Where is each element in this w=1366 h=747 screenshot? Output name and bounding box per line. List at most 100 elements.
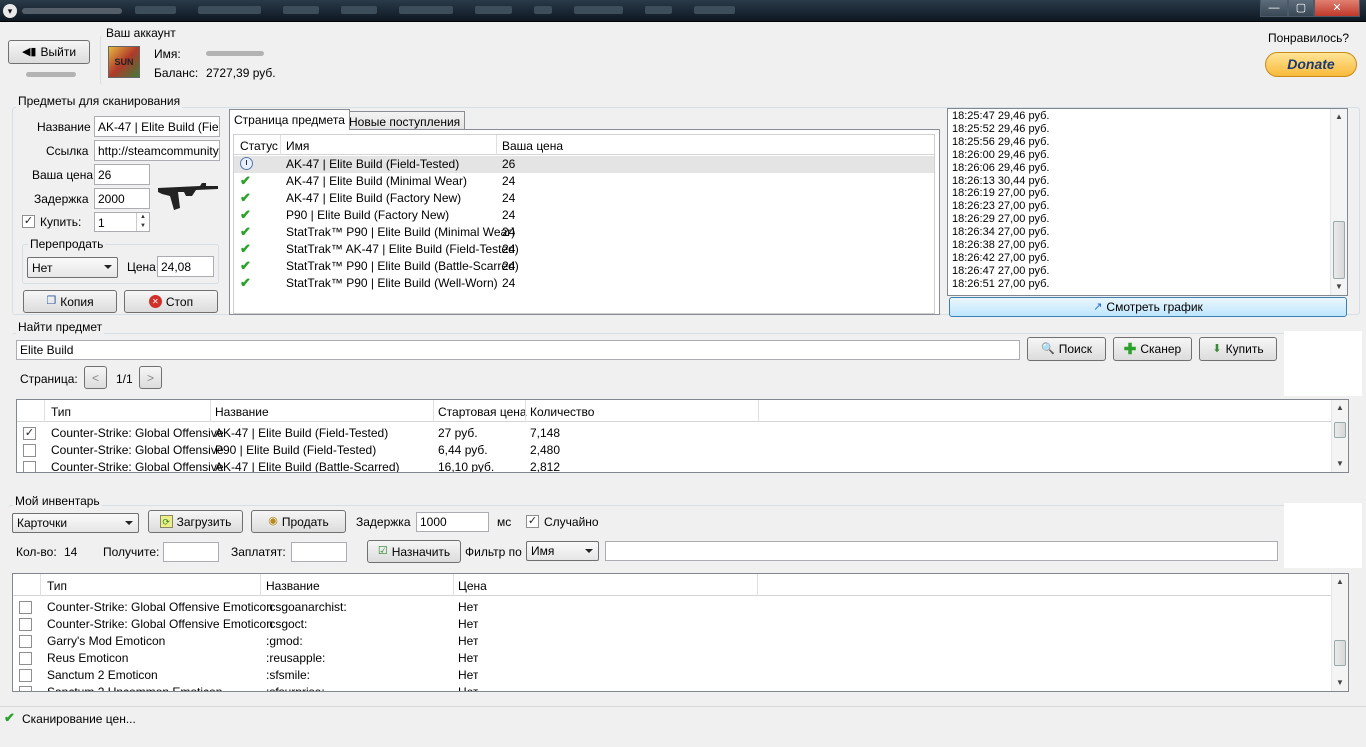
receive-input[interactable] xyxy=(163,542,219,562)
cell-qty: 2,812 xyxy=(530,460,561,473)
cell-name: :csgoanarchist: xyxy=(266,600,347,614)
item-name: StatTrak™ P90 | Elite Build (Well-Worn) xyxy=(286,276,498,290)
table-row[interactable]: Counter-Strike: Global Offensive P90 | El… xyxy=(17,442,1348,459)
scroll-up-icon[interactable]: ▲ xyxy=(1332,400,1348,416)
row-checkbox[interactable] xyxy=(19,686,32,691)
blurred-username xyxy=(26,72,76,77)
check-icon: ☑ xyxy=(377,545,388,557)
inventory-group-title: Мой инвентарь xyxy=(13,494,102,508)
table-row[interactable]: ✔ P90 | Elite Build (Factory New) 24 xyxy=(234,207,934,224)
logout-button[interactable]: ◀▮ Выйти xyxy=(8,40,90,64)
minimize-button[interactable]: — xyxy=(1260,0,1288,17)
scroll-down-icon[interactable]: ▼ xyxy=(1332,456,1348,472)
pay-input[interactable] xyxy=(291,542,347,562)
table-row[interactable]: ✔ AK-47 | Elite Build (Factory New) 24 xyxy=(234,190,934,207)
qty-spinner[interactable]: ▲ ▼ xyxy=(136,213,149,231)
cell-price: Нет xyxy=(458,634,479,648)
inv-delay-input[interactable]: 1000 xyxy=(416,512,489,532)
table-row[interactable]: Counter-Strike: Global Offensive Emotico… xyxy=(13,599,1348,616)
row-checkbox[interactable] xyxy=(19,635,32,648)
table-row[interactable]: Reus Emoticon:reusapple: Нет xyxy=(13,650,1348,667)
item-grid-header: Статус Имя Ваша цена xyxy=(234,135,934,155)
buy-checkbox[interactable]: ✓ xyxy=(22,215,35,228)
delay-input[interactable]: 2000 xyxy=(94,188,150,209)
account-group-title: Ваш аккаунт xyxy=(106,26,176,40)
find-buy-button[interactable]: ⬇ Купить xyxy=(1199,337,1277,361)
find-search-input[interactable]: Elite Build xyxy=(16,340,1020,360)
cell-price: 6,44 руб. xyxy=(438,443,488,457)
window-title xyxy=(22,8,122,14)
count-label: Кол-во: xyxy=(16,545,57,559)
chevron-down-icon xyxy=(585,549,593,553)
your-price-input[interactable]: 26 xyxy=(94,164,150,185)
table-row[interactable]: ✓ Counter-Strike: Global Offensive AK-47 |… xyxy=(17,425,1348,442)
maximize-button[interactable]: ▢ xyxy=(1288,0,1314,17)
load-button[interactable]: ⟳ Загрузить xyxy=(148,510,243,533)
prev-page-button[interactable]: < xyxy=(84,366,107,389)
avatar: SUN xyxy=(108,46,140,78)
inventory-category-select[interactable]: Карточки xyxy=(12,513,139,533)
table-row[interactable]: ✔ StatTrak™ P90 | Elite Build (Battle-Sca… xyxy=(234,258,934,275)
table-row[interactable]: ✔ AK-47 | Elite Build (Minimal Wear) 24 xyxy=(234,173,934,190)
copy-button[interactable]: ❐ Копия xyxy=(23,290,117,313)
cell-name: :gmod: xyxy=(266,634,303,648)
tab-new-arrivals[interactable]: Новые поступления xyxy=(344,111,466,130)
scroll-thumb[interactable] xyxy=(1334,640,1346,666)
inventory-grid-header: Тип Название Цена xyxy=(13,574,1348,596)
table-row[interactable]: Counter-Strike: Global Offensive AK-47 | … xyxy=(17,459,1348,473)
assign-button[interactable]: ☑ Назначить xyxy=(367,540,461,563)
log-scrollbar[interactable]: ▲ ▼ xyxy=(1330,109,1347,295)
tab-item-page[interactable]: Страница предмета xyxy=(229,109,350,130)
row-checkbox[interactable] xyxy=(23,461,36,472)
sell-button[interactable]: ◉ Продать xyxy=(251,510,346,533)
inventory-scrollbar[interactable]: ▲ ▼ xyxy=(1331,574,1348,691)
scroll-up-icon[interactable]: ▲ xyxy=(1332,574,1348,590)
donate-button[interactable]: Donate xyxy=(1265,52,1357,77)
col-type: Тип xyxy=(51,405,72,419)
log-line: 18:26:06 29,46 руб. xyxy=(952,161,1050,174)
table-row[interactable]: ✔ StatTrak™ AK-47 | Elite Build (Field-Te… xyxy=(234,241,934,258)
table-row[interactable]: AK-47 | Elite Build (Field-Tested) 26 xyxy=(234,156,934,173)
scroll-thumb[interactable] xyxy=(1334,422,1346,438)
log-line: 18:25:56 29,46 руб. xyxy=(952,135,1050,148)
name-label: Имя: xyxy=(154,47,181,61)
row-checkbox[interactable] xyxy=(19,618,32,631)
scroll-up-icon[interactable]: ▲ xyxy=(1331,109,1347,125)
item-link-input[interactable]: http://steamcommunity.cc xyxy=(94,140,220,161)
close-button[interactable]: ✕ xyxy=(1314,0,1360,17)
plus-icon: ✚ xyxy=(1123,340,1137,358)
find-scrollbar[interactable]: ▲ ▼ xyxy=(1331,400,1348,472)
resell-select[interactable]: Нет xyxy=(27,257,118,278)
scroll-thumb[interactable] xyxy=(1333,221,1345,279)
col-inv-type: Тип xyxy=(47,579,68,593)
table-row[interactable]: ✔ StatTrak™ P90 | Elite Build (Minimal We… xyxy=(234,224,934,241)
stop-button[interactable]: ✕ Стоп xyxy=(124,290,218,313)
row-checkbox[interactable] xyxy=(19,669,32,682)
row-checkbox[interactable] xyxy=(19,601,32,614)
table-row[interactable]: Sanctum 2 Emoticon:sfsmile: Нет xyxy=(13,667,1348,684)
cell-qty: 7,148 xyxy=(530,426,561,440)
check-icon: ✔ xyxy=(240,173,251,188)
scroll-down-icon[interactable]: ▼ xyxy=(1332,675,1348,691)
next-page-button[interactable]: > xyxy=(139,366,162,389)
search-button[interactable]: 🔍 Поиск xyxy=(1027,337,1106,361)
item-name-input[interactable]: AK-47 | Elite Build (Field-T xyxy=(94,116,220,137)
check-icon: ✔ xyxy=(240,241,251,256)
table-row[interactable]: ✔ StatTrak™ P90 | Elite Build (Well-Worn)… xyxy=(234,275,934,292)
random-checkbox[interactable]: ✓ xyxy=(526,515,539,528)
table-row[interactable]: Counter-Strike: Global Offensive Emotico… xyxy=(13,616,1348,633)
row-checkbox[interactable] xyxy=(19,652,32,665)
scanner-button[interactable]: ✚ Сканер xyxy=(1113,337,1192,361)
view-chart-button[interactable]: ↗ Смотреть график xyxy=(949,297,1347,317)
cell-price: Нет xyxy=(458,685,479,692)
row-checkbox[interactable] xyxy=(23,444,36,457)
filter-select[interactable]: Имя xyxy=(526,541,599,561)
table-row[interactable]: Garry's Mod Emoticon:gmod: Нет xyxy=(13,633,1348,650)
resell-price-input[interactable]: 24,08 xyxy=(157,256,214,277)
row-checkbox[interactable]: ✓ xyxy=(23,427,36,440)
table-row[interactable]: Sanctum 2 Uncommon Emoticon:sfsurprise: Н… xyxy=(13,684,1348,692)
log-line: 18:26:42 27,00 руб. xyxy=(952,251,1050,264)
scroll-down-icon[interactable]: ▼ xyxy=(1331,279,1347,295)
blurred-menu xyxy=(135,6,736,16)
filter-input[interactable] xyxy=(605,541,1278,561)
